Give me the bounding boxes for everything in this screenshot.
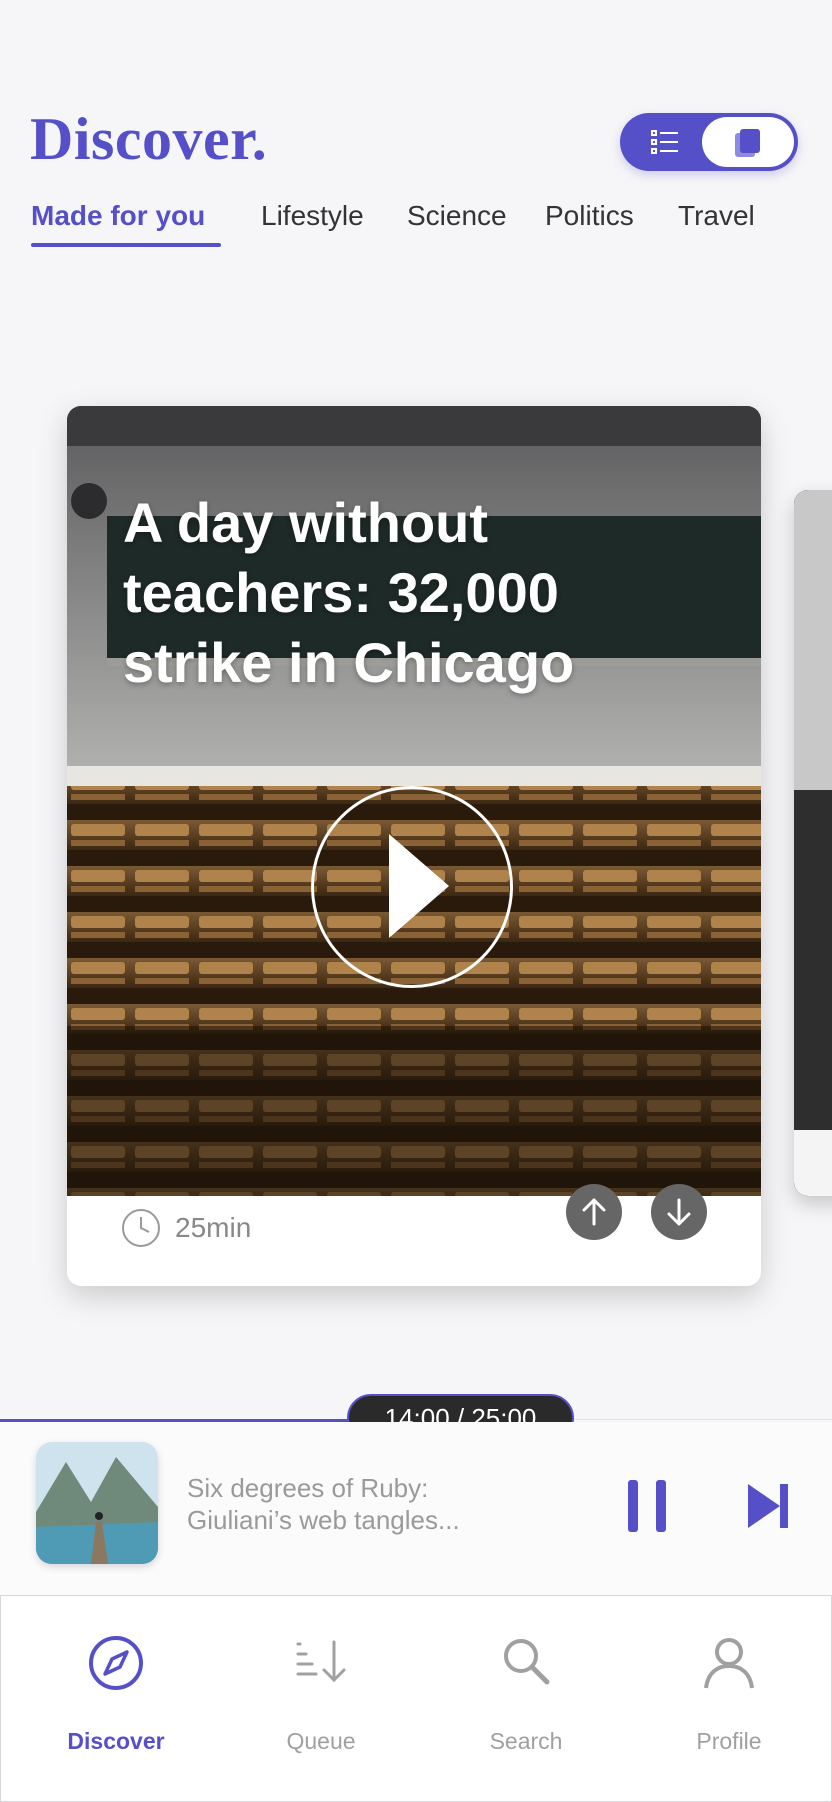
page-title: Discover. xyxy=(30,106,268,172)
nav-profile-label: Profile xyxy=(696,1728,762,1754)
compass-icon xyxy=(89,1636,143,1690)
now-playing-title-line2: Giuliani’s web tangles... xyxy=(187,1505,460,1535)
duration-label: 25min xyxy=(175,1212,252,1243)
tab-made-for-you[interactable]: Made for you xyxy=(31,200,205,232)
nav-queue[interactable]: Queue xyxy=(217,1596,425,1802)
arrow-down-icon xyxy=(667,1198,691,1226)
tab-politics[interactable]: Politics xyxy=(545,200,634,232)
active-tab-indicator xyxy=(31,243,221,247)
mini-player[interactable]: Six degrees of Ruby: Giuliani’s web tang… xyxy=(0,1422,832,1595)
now-playing-title: Six degrees of Ruby: Giuliani’s web tang… xyxy=(187,1472,517,1536)
queue-icon xyxy=(296,1640,346,1683)
tab-lifestyle[interactable]: Lifestyle xyxy=(261,200,364,232)
nav-search-label: Search xyxy=(489,1728,563,1754)
search-icon xyxy=(504,1639,550,1685)
toggle-knob[interactable] xyxy=(702,117,794,167)
nav-discover[interactable]: Discover xyxy=(12,1596,220,1802)
nav-search[interactable]: Search xyxy=(422,1596,630,1802)
play-icon xyxy=(389,834,449,938)
nav-queue-label: Queue xyxy=(286,1728,356,1754)
now-playing-title-line1: Six degrees of Ruby: xyxy=(187,1473,429,1503)
arrow-up-icon xyxy=(582,1198,606,1226)
pause-icon xyxy=(628,1480,666,1532)
tab-travel[interactable]: Travel xyxy=(678,200,755,232)
move-up-button[interactable] xyxy=(566,1184,622,1240)
nav-discover-label: Discover xyxy=(67,1728,165,1754)
cards-icon xyxy=(735,129,760,157)
play-button[interactable] xyxy=(311,786,513,988)
view-mode-toggle[interactable] xyxy=(620,113,798,171)
tab-science[interactable]: Science xyxy=(407,200,507,232)
clock-icon xyxy=(122,1209,160,1247)
nav-profile[interactable]: Profile xyxy=(625,1596,832,1802)
now-playing-artwork xyxy=(36,1442,158,1564)
move-down-button[interactable] xyxy=(651,1184,707,1240)
next-card-image xyxy=(794,490,832,1196)
skip-next-icon xyxy=(748,1484,788,1528)
list-icon[interactable] xyxy=(650,128,680,156)
skip-next-button[interactable] xyxy=(746,1480,790,1532)
bottom-navigation: Discover Queue Search Profile xyxy=(0,1595,832,1802)
episode-title: A day without teachers: 32,000 strike in… xyxy=(123,491,575,694)
episode-duration: 25min xyxy=(121,1206,251,1250)
profile-icon xyxy=(704,1638,754,1689)
next-episode-card[interactable] xyxy=(794,490,832,1196)
episode-card[interactable]: A day without teachers: 32,000 strike in… xyxy=(67,406,761,1286)
artwork-image xyxy=(36,1442,158,1564)
pause-button[interactable] xyxy=(626,1478,670,1534)
